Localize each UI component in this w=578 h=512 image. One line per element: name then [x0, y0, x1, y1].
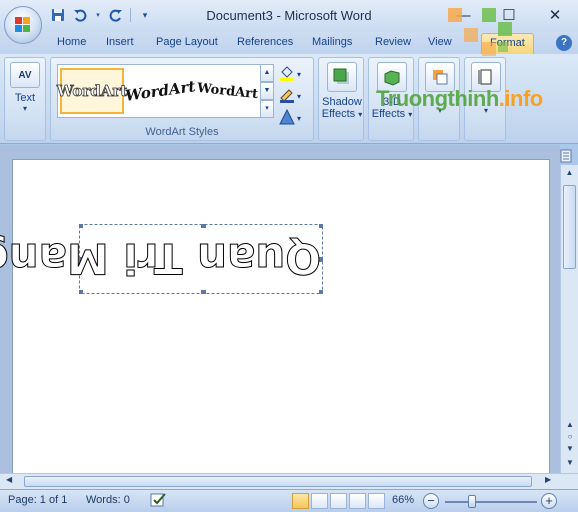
- full-screen-reading-icon[interactable]: [311, 493, 328, 509]
- proofing-icon[interactable]: [150, 492, 168, 511]
- scroll-right-icon[interactable]: ▶: [545, 475, 551, 484]
- shape-outline-button[interactable]: ▾: [279, 86, 309, 106]
- web-layout-icon[interactable]: [330, 493, 347, 509]
- document-page[interactable]: Quan Tri Mang: [0, 159, 550, 473]
- outline-view-icon[interactable]: [349, 493, 366, 509]
- draft-view-icon[interactable]: [368, 493, 385, 509]
- chevron-down-icon: ▾: [297, 91, 302, 101]
- document-area: Quan Tri Mang: [0, 145, 560, 473]
- change-shape-button[interactable]: ▾: [279, 108, 309, 128]
- vertical-scroll-thumb[interactable]: [563, 185, 576, 269]
- office-logo-icon: [15, 17, 31, 33]
- shape-icon: [279, 108, 295, 128]
- chevron-down-icon: ▾: [22, 104, 27, 113]
- watermark-logo: [448, 8, 514, 74]
- horizontal-scrollbar[interactable]: ◀ ▶: [0, 473, 578, 489]
- text-group: AV Text ▾: [4, 57, 46, 141]
- zoom-slider-knob[interactable]: [468, 495, 476, 508]
- wordart-style-option[interactable]: WordArt: [124, 68, 196, 114]
- tab-insert[interactable]: Insert: [106, 36, 134, 48]
- text-button[interactable]: AV Text ▾: [9, 62, 41, 113]
- zoom-out-button[interactable]: −: [423, 493, 439, 509]
- shape-fill-button[interactable]: ▾: [279, 64, 309, 84]
- scroll-down-icon[interactable]: ▼: [561, 455, 578, 471]
- help-icon[interactable]: ?: [556, 35, 572, 51]
- scroll-left-icon[interactable]: ◀: [6, 475, 12, 484]
- shadow-effects-label: Shadow: [322, 96, 362, 108]
- wordart-style-option[interactable]: WordArt: [56, 68, 128, 114]
- zoom-in-button[interactable]: +: [541, 493, 557, 509]
- page-count[interactable]: Page: 1 of 1: [8, 494, 67, 506]
- chevron-down-icon: ▾: [358, 110, 363, 119]
- wordart-format-buttons: ▾ ▾ ▾: [279, 64, 309, 130]
- close-icon[interactable]: ✕: [532, 0, 578, 30]
- wordart-style-option[interactable]: WordArt: [196, 68, 260, 114]
- gallery-more-icon[interactable]: ▾: [260, 100, 274, 118]
- scroll-up-icon[interactable]: ▲: [561, 165, 578, 181]
- select-browse-object-icon[interactable]: ○: [561, 431, 578, 443]
- shadow-effects-button[interactable]: Shadow Effects ▾: [321, 62, 363, 120]
- watermark-text: Truongthinh.info: [376, 86, 543, 111]
- paint-bucket-icon: [279, 65, 295, 84]
- tab-references[interactable]: References: [237, 36, 293, 48]
- shadow-effects-group: Shadow Effects ▾: [318, 57, 364, 141]
- zoom-level[interactable]: 66%: [392, 494, 414, 506]
- wordart-text: Quan Tri Mang: [0, 234, 322, 284]
- browse-nav: ▲ ○ ▼: [561, 419, 578, 455]
- wordart-styles-group: WordArt WordArt WordArt ▲ ▼ ▾ ▾ ▾ ▾ Word…: [50, 57, 314, 141]
- gallery-up-icon[interactable]: ▲: [260, 64, 274, 82]
- previous-page-icon[interactable]: ▲: [561, 419, 578, 431]
- office-button[interactable]: [4, 6, 42, 44]
- gallery-scroll: ▲ ▼ ▾: [260, 64, 274, 118]
- status-bar: Page: 1 of 1 Words: 0 66% − +: [0, 489, 578, 512]
- view-buttons: [292, 493, 385, 509]
- print-layout-icon[interactable]: [292, 493, 309, 509]
- tab-review[interactable]: Review: [375, 36, 411, 48]
- tab-home[interactable]: Home: [57, 36, 86, 48]
- vertical-scrollbar[interactable]: ▲ ▲ ○ ▼ ▼: [560, 165, 578, 473]
- pencil-icon: [279, 87, 295, 106]
- next-page-icon[interactable]: ▼: [561, 443, 578, 455]
- chevron-down-icon: ▾: [297, 69, 302, 79]
- word-count[interactable]: Words: 0: [86, 494, 130, 506]
- shadow-effects-label-2: Effects: [321, 108, 356, 120]
- tab-mailings[interactable]: Mailings: [312, 36, 352, 48]
- shadow-icon: [327, 62, 357, 92]
- wordart-styles-gallery: WordArt WordArt WordArt: [56, 64, 271, 118]
- gallery-down-icon[interactable]: ▼: [260, 82, 274, 100]
- text-button-label: Text: [14, 92, 36, 104]
- chevron-down-icon: ▾: [297, 113, 302, 123]
- wordart-object[interactable]: Quan Tri Mang: [0, 224, 323, 294]
- zoom-slider[interactable]: [445, 501, 537, 503]
- wordart-styles-label: WordArt Styles: [145, 126, 219, 138]
- tab-page-layout[interactable]: Page Layout: [156, 36, 218, 48]
- horizontal-scroll-thumb[interactable]: [24, 476, 532, 487]
- wordart-spacing-icon: AV: [10, 62, 40, 88]
- view-ruler-icon[interactable]: [560, 149, 572, 163]
